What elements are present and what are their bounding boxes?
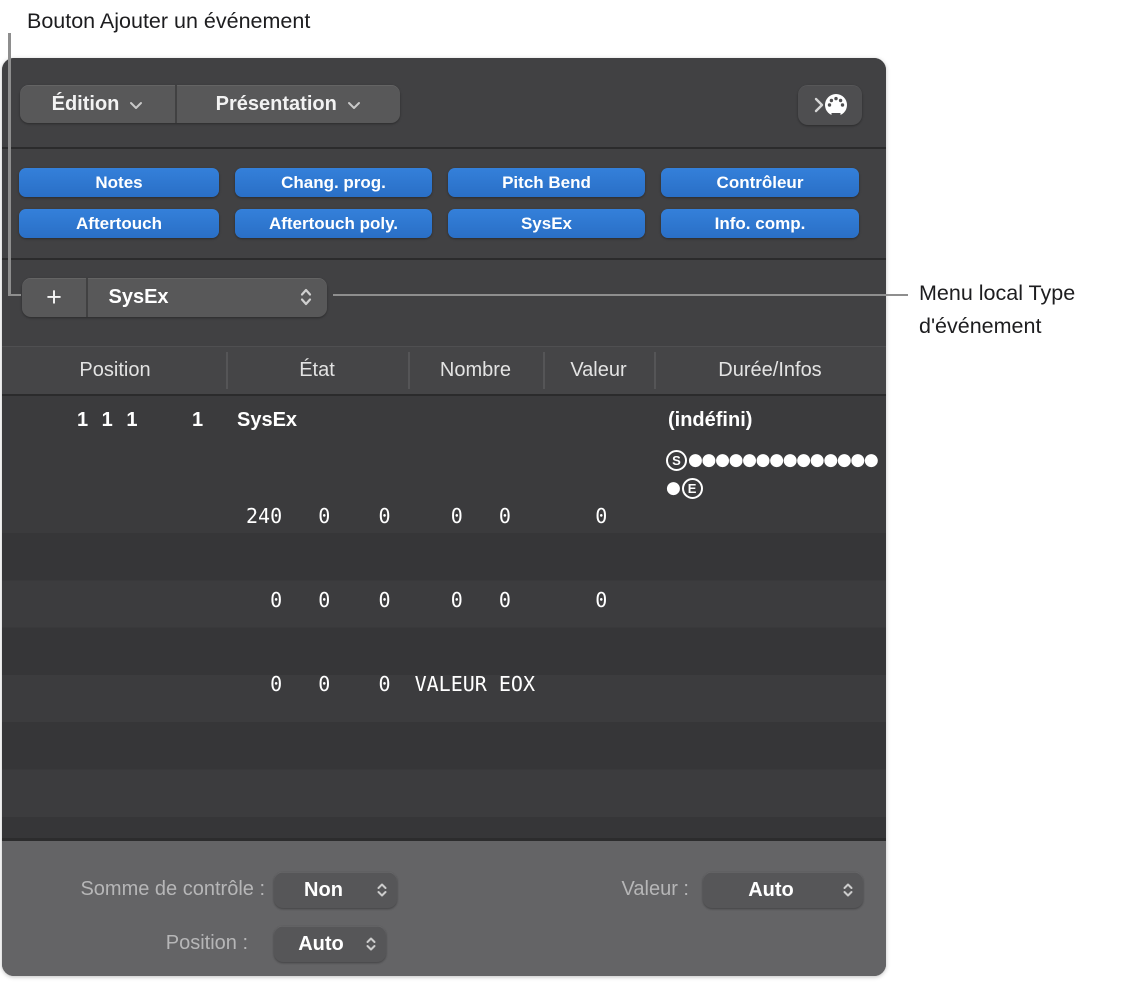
callout-add-event-label: Bouton Ajouter un événement [27, 5, 310, 38]
callout-add-event-line-vertical [8, 33, 11, 295]
add-event-button[interactable]: + [22, 278, 86, 317]
edition-menu-label: Édition [52, 93, 120, 116]
sysex-bytes-line-3: 0 0 0 VALEUR EOX [246, 670, 607, 698]
event-subposition: 1 [192, 409, 203, 432]
midi-out-button[interactable] [798, 85, 862, 125]
sysex-data-dot: ● [666, 478, 680, 498]
value-popup[interactable]: Auto [703, 872, 863, 908]
filter-button-notes[interactable]: Notes [19, 168, 219, 197]
column-divider [408, 352, 410, 389]
event-list: 1 1 1 1 SysEx (indéfini) 240 0 0 0 0 0 0… [2, 396, 886, 838]
event-type-filters: Notes Chang. prog. Pitch Bend Contrôleur… [2, 149, 886, 260]
event-length-info: (indéfini) [668, 409, 752, 432]
chevron-up-down-icon [365, 935, 377, 953]
chevron-up-down-icon [376, 881, 388, 899]
chevron-up-down-icon [842, 881, 854, 899]
plus-icon: + [46, 284, 62, 311]
column-header-position: Position [4, 347, 226, 394]
options-bar: Somme de contrôle : Non Valeur : Auto Po… [2, 838, 886, 976]
midi-plug-icon [808, 90, 852, 120]
add-event-control: + SysEx [22, 278, 327, 317]
sysex-end-indicator: ● E [666, 474, 703, 502]
sysex-bytes-line-1: 240 0 0 0 0 0 [246, 502, 607, 530]
sysex-event-row[interactable]: 1 1 1 1 SysEx (indéfini) 240 0 0 0 0 0 0… [2, 396, 886, 533]
sysex-start-indicator: S ●●●●●●●●●●●●●● [666, 446, 877, 474]
chevron-down-icon [347, 101, 361, 110]
table-header: Position État Nombre Valeur Durée/Infos [2, 346, 886, 396]
position-popup[interactable]: Auto [274, 926, 386, 962]
column-header-value: Valeur [543, 347, 654, 394]
edition-menu-button[interactable]: Édition [20, 85, 175, 123]
column-header-status: État [226, 347, 408, 394]
position-label: Position : [12, 932, 248, 955]
chevron-down-icon [129, 101, 143, 110]
presentation-menu-button[interactable]: Présentation [177, 85, 401, 123]
event-status: SysEx [237, 409, 297, 432]
toolbar: Édition Présentation [2, 58, 886, 149]
filter-button-pitch-bend[interactable]: Pitch Bend [448, 168, 645, 197]
value-label: Valeur : [482, 878, 689, 901]
callout-type-menu-label: Menu local Type d'événement [919, 277, 1135, 343]
presentation-menu-label: Présentation [216, 93, 337, 116]
filter-button-aftertouch[interactable]: Aftertouch [19, 209, 219, 238]
column-divider [226, 352, 228, 389]
checksum-label: Somme de contrôle : [12, 878, 265, 901]
filter-button-sysex[interactable]: SysEx [448, 209, 645, 238]
figure-canvas: Bouton Ajouter un événement Menu local T… [0, 0, 1138, 998]
filter-button-program-change[interactable]: Chang. prog. [235, 168, 432, 197]
event-list-panel: Édition Présentation [2, 58, 886, 976]
event-type-popup-value: SysEx [109, 286, 169, 309]
filter-button-controller[interactable]: Contrôleur [661, 168, 859, 197]
event-type-popup[interactable]: SysEx [88, 278, 328, 317]
column-header-number: Nombre [408, 347, 543, 394]
callout-type-menu-line [333, 294, 908, 297]
sysex-byte-values[interactable]: 240 0 0 0 0 0 0 0 0 0 0 0 0 0 0 VALEUR E… [246, 446, 607, 754]
column-header-length-info: Durée/Infos [654, 347, 886, 394]
checksum-popup[interactable]: Non [274, 872, 397, 908]
menu-segmented-control: Édition Présentation [20, 85, 400, 123]
column-divider [654, 352, 656, 389]
chevron-up-down-icon [299, 286, 313, 308]
event-position: 1 1 1 [77, 409, 137, 432]
sysex-bytes-line-2: 0 0 0 0 0 0 [246, 586, 607, 614]
sysex-end-icon: E [682, 478, 703, 499]
checksum-popup-value: Non [304, 879, 367, 902]
value-popup-value: Auto [748, 879, 818, 902]
callout-add-event-line-elbow [8, 294, 21, 297]
add-event-row: + SysEx [2, 260, 886, 346]
sysex-data-dots: ●●●●●●●●●●●●●● [688, 450, 877, 470]
position-popup-value: Auto [298, 933, 362, 956]
filter-button-poly-aftertouch[interactable]: Aftertouch poly. [235, 209, 432, 238]
column-divider [543, 352, 545, 389]
filter-button-grid: Notes Chang. prog. Pitch Bend Contrôleur… [19, 168, 859, 238]
filter-button-info-comp[interactable]: Info. comp. [661, 209, 859, 238]
sysex-start-icon: S [666, 450, 687, 471]
